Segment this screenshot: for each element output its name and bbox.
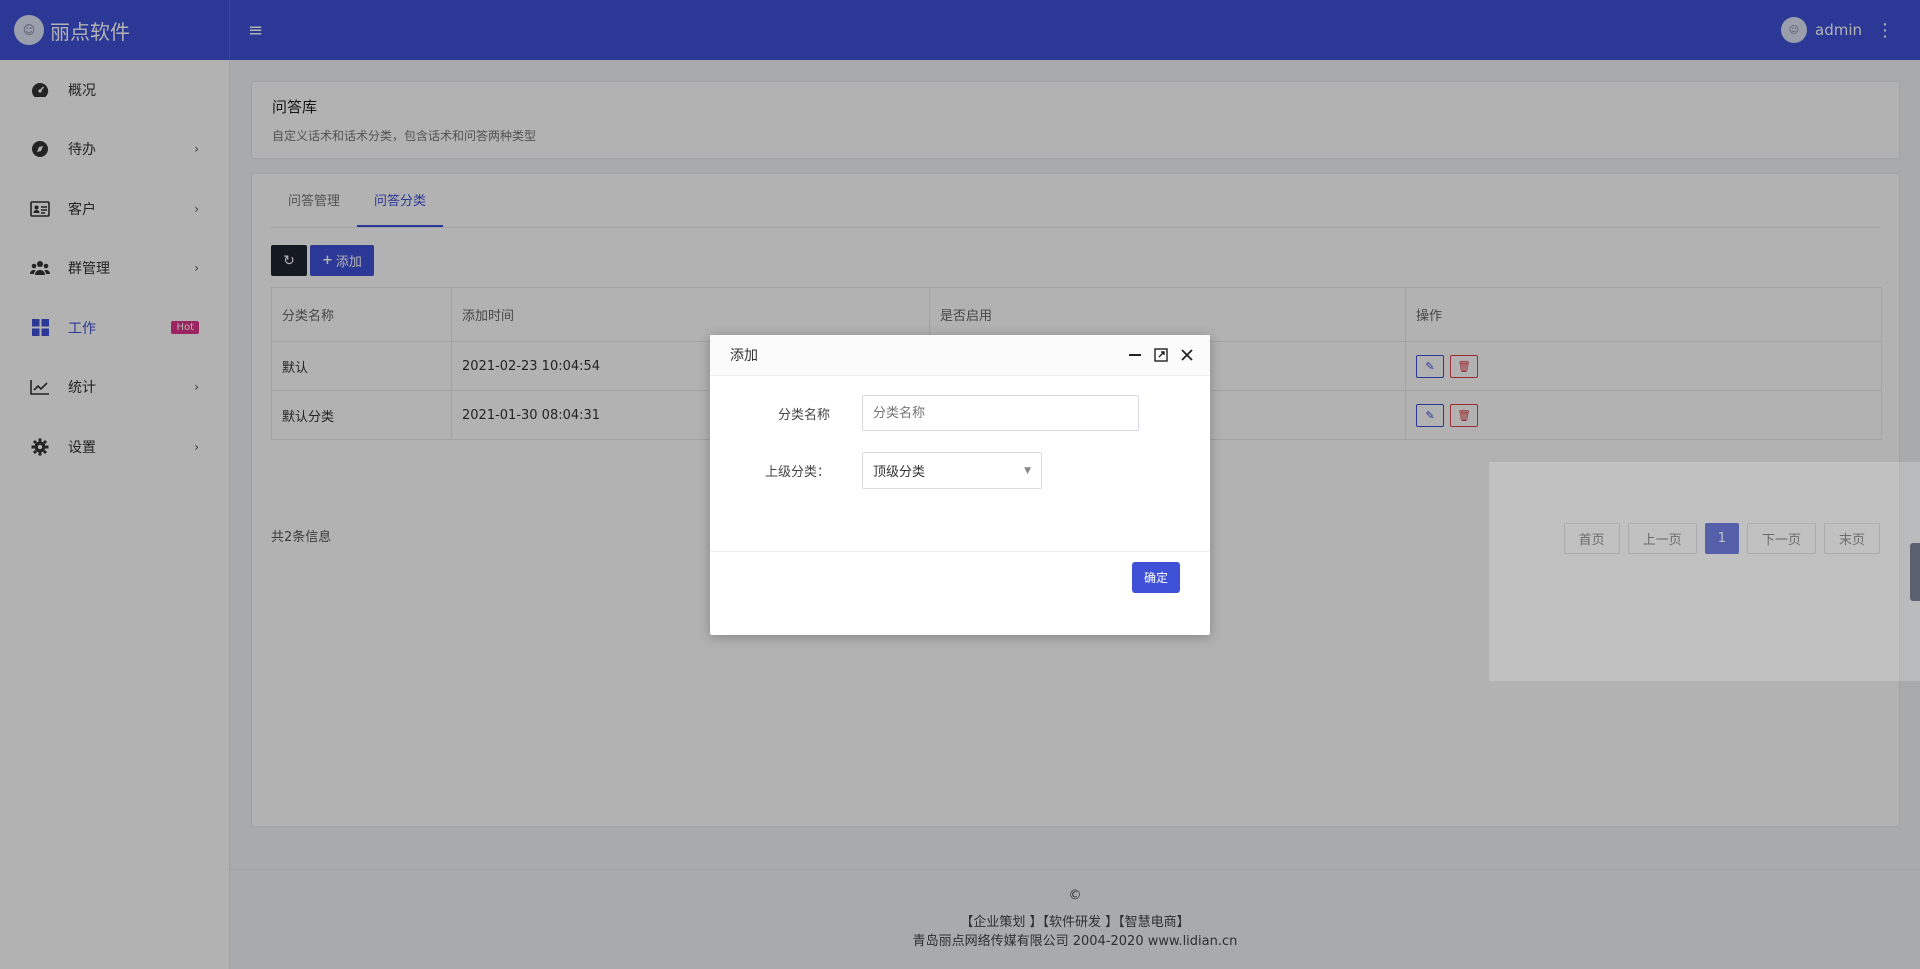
- category-name-input[interactable]: [862, 395, 1139, 431]
- dialog-tools: [1128, 348, 1210, 362]
- caret-down-icon: ▼: [1024, 465, 1031, 476]
- form-row-name: 分类名称: [710, 395, 1139, 431]
- parent-label: 上级分类：: [764, 465, 830, 480]
- close-icon[interactable]: [1180, 348, 1194, 362]
- dialog-header: 添加: [710, 335, 1210, 376]
- minimize-icon[interactable]: [1128, 348, 1142, 362]
- parent-category-select[interactable]: 顶级分类 ▼: [862, 452, 1042, 489]
- name-label: 分类名称: [777, 407, 830, 423]
- maximize-icon[interactable]: [1154, 348, 1168, 362]
- confirm-button[interactable]: 确定: [1131, 562, 1180, 593]
- dialog-title: 添加: [730, 348, 758, 364]
- parent-category-value: 顶级分类: [873, 465, 926, 480]
- form-row-parent: 上级分类： 顶级分类 ▼: [710, 452, 1042, 489]
- add-category-dialog: 添加 分类名称 上级分类： 顶级分类 ▼ 确定: [710, 335, 1210, 635]
- side-scroll-handle[interactable]: [1910, 543, 1920, 601]
- dialog-footer: 确定: [710, 551, 1210, 635]
- ghost-panel: [1489, 462, 1920, 681]
